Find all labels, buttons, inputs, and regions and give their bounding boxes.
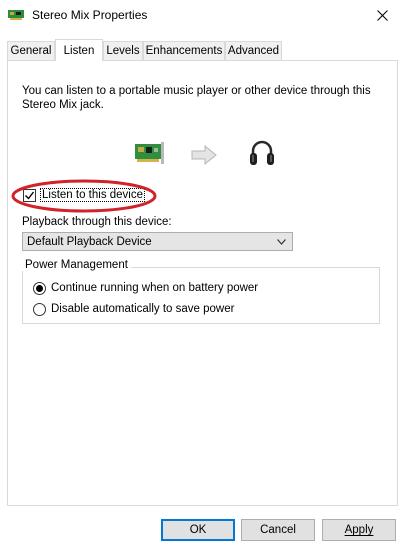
disable-automatically-label: Disable automatically to save power [51, 303, 235, 315]
tab-strip: General Listen Levels Enhancements Advan… [7, 39, 398, 61]
tab-listen[interactable]: Listen [55, 39, 103, 61]
listen-to-device-row[interactable]: Listen to this device [23, 187, 146, 203]
playback-device-select[interactable]: Default Playback Device [22, 232, 293, 251]
window-title: Stereo Mix Properties [32, 8, 148, 22]
tab-levels[interactable]: Levels [103, 41, 143, 60]
sound-card-icon [8, 10, 24, 20]
playback-device-value: Default Playback Device [27, 235, 152, 248]
listen-panel: You can listen to a portable music playe… [7, 60, 398, 506]
tab-general[interactable]: General [7, 41, 55, 60]
playback-device-label: Playback through this device: [22, 216, 172, 228]
close-icon [376, 10, 388, 21]
power-management-legend: Power Management [22, 259, 131, 271]
continue-running-label: Continue running when on battery power [51, 282, 259, 294]
listen-to-device-label: Listen to this device [40, 188, 146, 202]
close-button[interactable] [359, 0, 405, 31]
title-bar: Stereo Mix Properties [0, 0, 405, 31]
disable-automatically-radio[interactable] [33, 302, 46, 316]
arrow-right-icon [191, 145, 217, 165]
checkmark-icon [25, 191, 35, 200]
apply-button-label: Apply [344, 524, 374, 536]
tab-enhancements[interactable]: Enhancements [143, 41, 225, 60]
tab-advanced[interactable]: Advanced [225, 41, 282, 60]
disable-automatically-option[interactable]: Disable automatically to save power [33, 301, 234, 317]
continue-running-radio[interactable] [33, 281, 46, 295]
sound-card-icon [135, 142, 164, 164]
headphones-icon [250, 140, 274, 165]
cancel-button[interactable]: Cancel [241, 519, 315, 541]
chevron-down-icon [277, 239, 286, 245]
continue-running-option[interactable]: Continue running when on battery power [33, 280, 258, 296]
listen-description: You can listen to a portable music playe… [22, 85, 371, 111]
apply-button[interactable]: Apply [322, 519, 396, 541]
listen-to-device-checkbox[interactable] [23, 188, 36, 202]
ok-button[interactable]: OK [161, 519, 235, 541]
